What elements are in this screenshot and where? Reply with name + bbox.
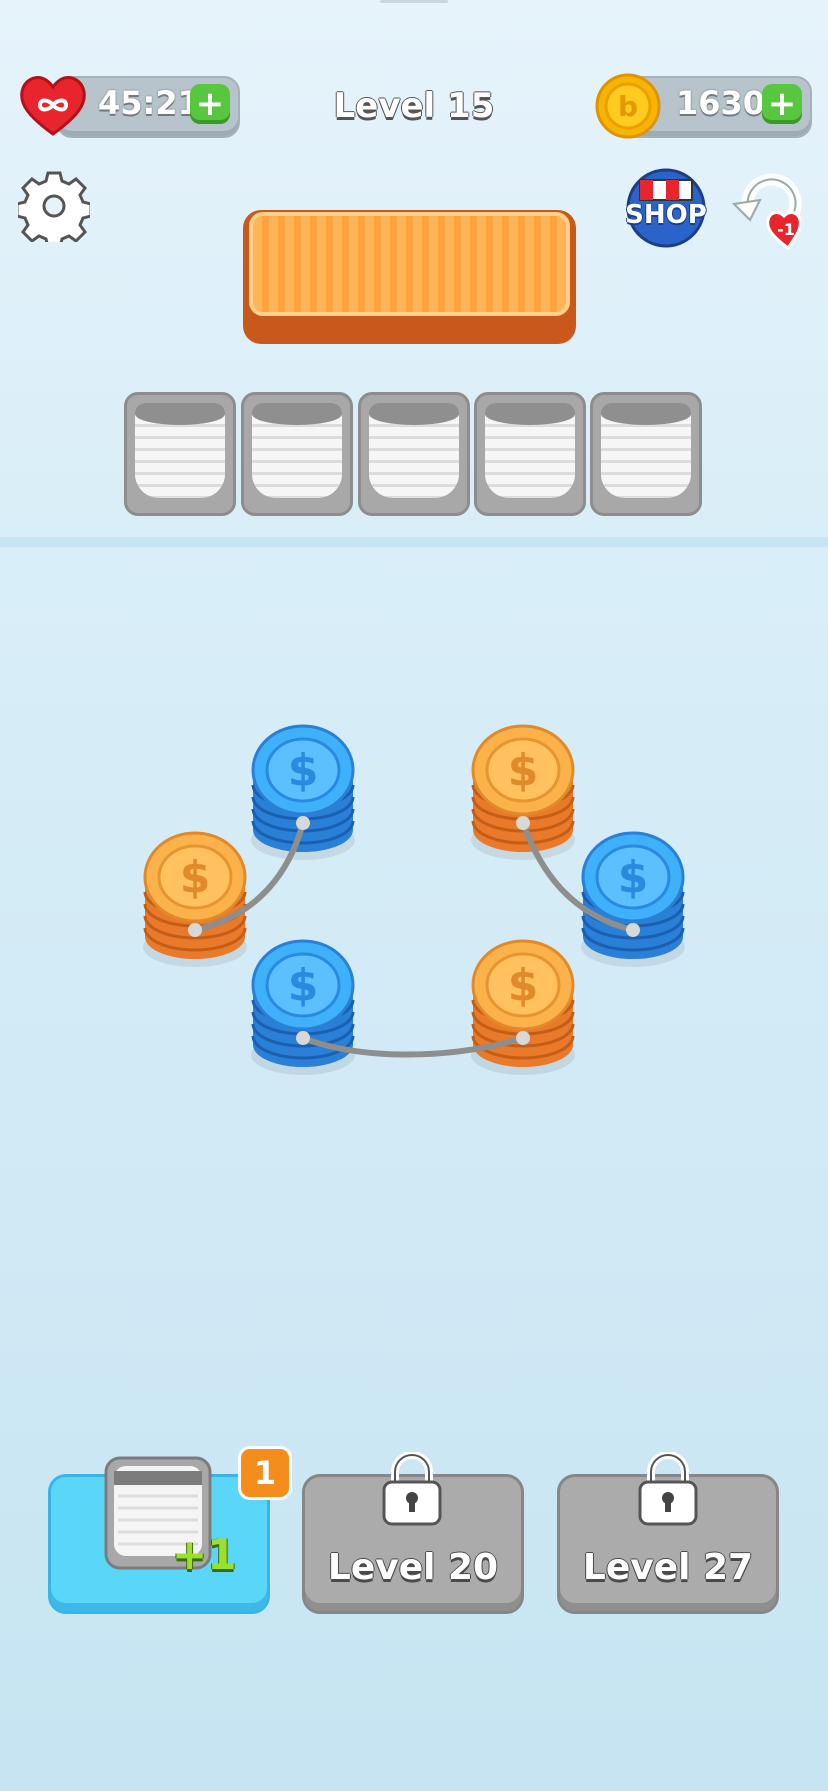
lock-icon <box>381 1451 443 1526</box>
coin-stack-blue[interactable] <box>579 831 687 969</box>
holding-slot[interactable] <box>474 392 586 516</box>
coin-stack-orange[interactable] <box>469 724 577 862</box>
lock-icon <box>637 1451 699 1526</box>
board-divider <box>0 537 828 547</box>
coin-stack-orange[interactable] <box>141 831 249 969</box>
plus-icon: + <box>767 84 797 124</box>
coin-stack-blue[interactable] <box>249 724 357 862</box>
plus-icon: + <box>195 84 225 124</box>
settings-gear-icon[interactable] <box>15 170 93 249</box>
holding-slot[interactable] <box>124 392 236 516</box>
svg-text:b: b <box>618 90 638 123</box>
lives-timer: 45:21 <box>98 84 200 122</box>
locked-powerup-1-label: Level 20 <box>327 1547 499 1588</box>
heart-infinity-icon <box>18 72 88 138</box>
add-coins-button[interactable]: + <box>762 84 802 124</box>
add-slot-count-badge: 1 <box>238 1446 292 1500</box>
locked-powerup-2-label: Level 27 <box>582 1547 754 1588</box>
undo-cost-badge: -1 <box>777 220 795 239</box>
shop-label: SHOP <box>625 200 707 230</box>
holding-slot[interactable] <box>590 392 702 516</box>
add-slot-amount: +1 <box>172 1530 237 1579</box>
holding-slot[interactable] <box>358 392 470 516</box>
coin-stack-orange[interactable] <box>469 939 577 1077</box>
coin-stack-blue[interactable] <box>249 939 357 1077</box>
status-notch <box>380 0 448 3</box>
level-title: Level 15 <box>333 86 495 126</box>
add-lives-button[interactable]: + <box>190 84 230 124</box>
coin-count: 1630 <box>676 84 766 122</box>
collection-tray-inner <box>249 212 570 316</box>
coin-icon: b <box>594 72 662 140</box>
game-board: $ $ <box>120 720 700 1090</box>
holding-slot[interactable] <box>241 392 353 516</box>
undo-icon[interactable] <box>726 168 810 252</box>
